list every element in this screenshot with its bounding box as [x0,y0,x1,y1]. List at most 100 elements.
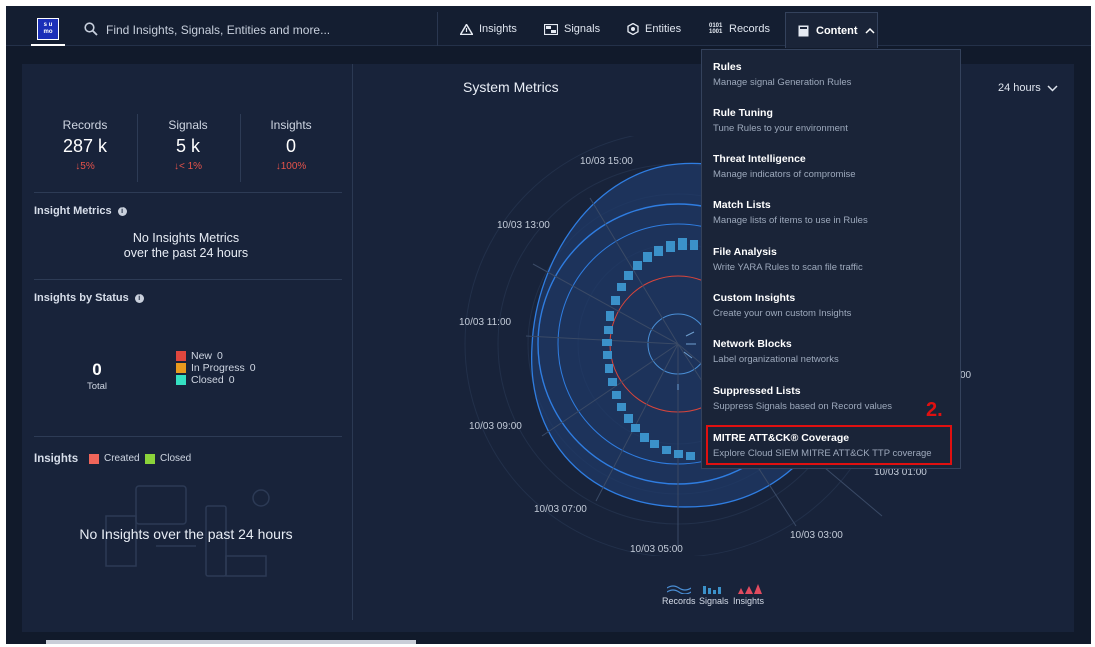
insights-stat: Insights 0 ↓100% [241,118,341,172]
status-legend-new: New 0 [176,350,223,362]
nav-entities-label: Entities [645,23,682,35]
menu-item-desc: Manage lists of items to use in Rules [713,215,868,226]
records-wave-icon [666,585,692,595]
insights-icon [460,23,473,35]
chevron-up-icon [865,27,875,34]
menu-item-rules[interactable]: Rules Manage signal Generation Rules [713,61,953,88]
menu-item-desc: Suppress Signals based on Record values [713,401,893,412]
insight-metrics-empty: No Insights Metrics over the past 24 hou… [66,231,306,261]
scrollbar[interactable] [46,640,416,644]
entities-icon [627,23,639,35]
nav-signals-label: Signals [564,23,601,35]
step-annotation: 2. [926,399,943,421]
stat-change: ↓100% [275,161,307,172]
insights-by-status-title: Insights by Status [34,292,129,304]
sumo-logo[interactable]: s u mo [37,18,59,40]
logo-active-indicator [31,44,65,46]
info-icon[interactable]: i [117,207,127,216]
app-window: s u mo Find Insights, Signals, Entities … [6,6,1091,644]
menu-item-network-blocks[interactable]: Network Blocks Label organizational netw… [713,338,953,365]
top-navigation-bar: s u mo Find Insights, Signals, Entities … [6,6,1091,48]
stat-value: 287 k [62,136,108,156]
nav-content[interactable]: Content [785,12,878,48]
menu-item-rule-tuning[interactable]: Rule Tuning Tune Rules to your environme… [713,107,953,134]
status-total: 0 Total [72,360,122,392]
status-total-label: Total [86,381,108,392]
time-label: 10/03 13:00 [497,220,550,231]
time-label: 10/03 05:00 [630,544,683,555]
global-search[interactable]: Find Insights, Signals, Entities and mor… [74,12,438,46]
legend-label: Closed [191,374,224,386]
stat-value: 5 k [175,136,200,156]
legend-swatch [176,363,186,373]
menu-item-desc: Write YARA Rules to scan file traffic [713,262,863,273]
menu-item-match-lists[interactable]: Match Lists Manage lists of items to use… [713,199,953,226]
legend-count: 0 [228,374,235,386]
menu-item-desc: Manage signal Generation Rules [713,77,852,88]
menu-item-desc: Create your own custom Insights [713,308,852,319]
insight-metrics-title: Insight Metrics [34,205,112,217]
info-icon[interactable]: i [134,294,144,303]
legend-swatch [145,453,155,464]
empty-line: No Insights Metrics [132,231,240,245]
menu-item-title: Rules [713,61,742,73]
insights-legend-closed: Closed [145,453,191,464]
status-legend-closed: Closed 0 [176,374,235,386]
insights-chart-title: Insights [34,453,79,465]
signals-bars-icon [702,586,721,594]
time-label: 10/03 09:00 [469,421,522,432]
stat-label: Signals [168,118,208,132]
search-icon [84,22,98,36]
time-range-value: 24 hours [998,82,1041,94]
nav-insights[interactable]: Insights [460,14,517,44]
menu-item-title: Rule Tuning [713,107,773,119]
stat-change: ↓5% [75,161,95,172]
insights-triangles-icon [737,584,762,594]
insights-empty-message: No Insights over the past 24 hours [79,526,293,542]
menu-item-desc: Label organizational networks [713,354,839,365]
divider [34,279,342,280]
insight-metrics-header: Insight Metrics i [34,205,127,217]
legend-swatch [176,375,186,385]
divider [34,436,342,437]
time-label: 10/03 03:00 [790,530,843,541]
nav-content-label: Content [816,24,858,37]
menu-item-threat-intelligence[interactable]: Threat Intelligence Manage indicators of… [713,153,953,180]
search-input[interactable]: Find Insights, Signals, Entities and mor… [106,23,330,37]
menu-item-title: Suppressed Lists [713,385,801,397]
nav-entities[interactable]: Entities [627,14,681,44]
status-legend-in-progress: In Progress 0 [176,362,256,374]
menu-item-title: Network Blocks [713,338,792,350]
menu-item-title: Threat Intelligence [713,153,806,165]
nav-records-label: Records [729,23,770,35]
insights-legend-created: Created [89,453,140,464]
logo-text-bottom: mo [43,29,53,35]
stat-value: 0 [285,136,296,156]
legend-label: Records [662,596,696,606]
time-label: 10/03 15:00 [580,156,633,167]
book-icon [798,25,809,36]
legend-label: Created [104,453,140,464]
time-range-select[interactable]: 24 hours [998,82,1058,94]
system-metrics-title: System Metrics [463,79,559,95]
legend-count: 0 [249,362,256,374]
content-dropdown-menu: Rules Manage signal Generation Rules Rul… [701,49,961,469]
nav-records[interactable]: 0101 1001 Records [709,14,770,44]
menu-item-suppressed-lists[interactable]: Suppressed Lists Suppress Signals based … [713,385,953,412]
menu-item-custom-insights[interactable]: Custom Insights Create your own custom I… [713,292,953,319]
menu-item-desc: Manage indicators of compromise [713,169,856,180]
time-label: 10/03 11:00 [459,317,512,328]
time-label: 00 [960,370,972,381]
legend-swatch [89,453,99,464]
highlight-box [706,425,952,465]
legend-label: In Progress [191,362,245,374]
menu-item-title: File Analysis [713,246,777,258]
menu-item-title: Custom Insights [713,292,796,304]
logo-text-top: s u [43,22,53,28]
stat-label: Records [62,118,108,132]
menu-item-file-analysis[interactable]: File Analysis Write YARA Rules to scan f… [713,246,953,273]
legend-label: Signals [699,596,729,606]
nav-signals[interactable]: Signals [544,14,600,44]
legend-signals: Signals [699,584,729,606]
menu-item-title: Match Lists [713,199,771,211]
